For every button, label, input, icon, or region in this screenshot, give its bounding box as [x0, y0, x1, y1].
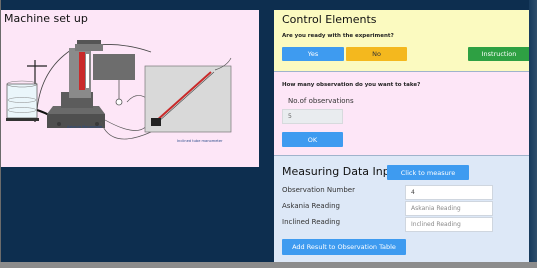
control-title: Control Elements	[282, 13, 377, 26]
window-edge-right	[529, 0, 537, 268]
askania-reading-label: Askania Reading	[282, 202, 340, 210]
yes-button[interactable]: Yes	[282, 47, 344, 61]
askania-caption: Askania Manometer	[67, 125, 103, 129]
apparatus-illustration: Askania Manometer Inclined tube manomete…	[6, 40, 232, 143]
observation-number-label: Observation Number	[282, 186, 355, 194]
machine-setup-panel: Machine set up Askania Manometer Incline…	[1, 10, 259, 167]
add-result-button[interactable]: Add Result to Observation Table	[282, 239, 406, 255]
observation-number-input[interactable]: 4	[405, 185, 493, 200]
observations-count-input[interactable]: 5	[282, 109, 343, 124]
window-edge-bottom	[0, 262, 537, 268]
inclined-caption: Inclined tube manometer	[177, 139, 223, 143]
instruction-button[interactable]: Instruction	[468, 47, 530, 61]
askania-reading-input[interactable]: Askania Reading	[405, 201, 493, 216]
observation-question: How many observation do you want to take…	[282, 82, 421, 88]
inclined-reading-label: Inclined Reading	[282, 218, 341, 226]
ok-button[interactable]: OK	[282, 132, 343, 147]
observations-label: No.of observations	[288, 97, 354, 105]
no-button[interactable]: No	[346, 47, 407, 61]
click-to-measure-button[interactable]: Click to measure	[387, 165, 469, 180]
inclined-reading-input[interactable]: Inclined Reading	[405, 217, 493, 232]
ready-question: Are you ready with the experiment?	[282, 33, 394, 39]
